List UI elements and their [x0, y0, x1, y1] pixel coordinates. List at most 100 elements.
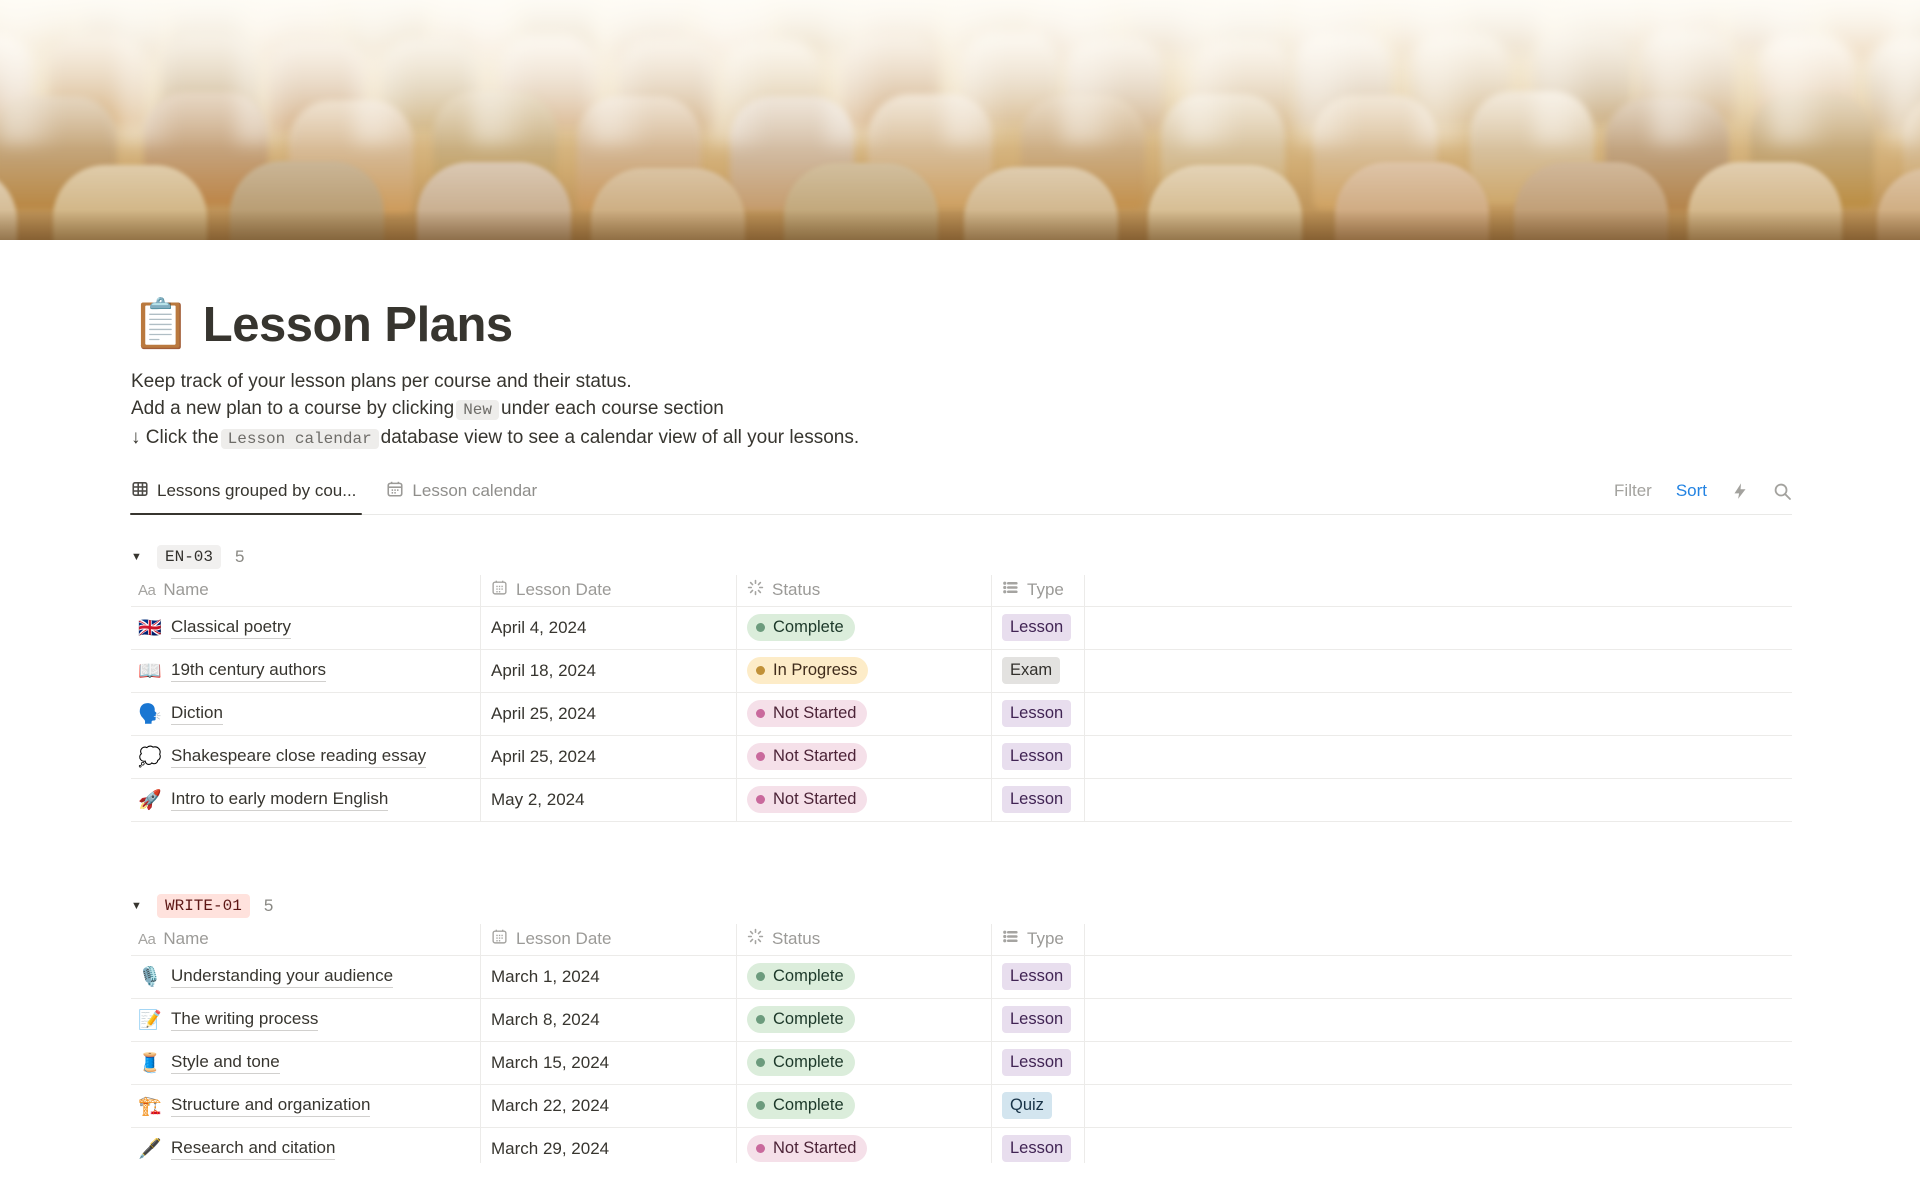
- status-cell[interactable]: Not Started: [737, 692, 992, 735]
- name-cell[interactable]: 🎙️ Understanding your audience: [131, 955, 481, 998]
- type-cell[interactable]: Lesson: [992, 1041, 1085, 1084]
- lesson-date-cell[interactable]: March 22, 2024: [481, 1084, 737, 1127]
- building-construction-emoji: 🏗️: [138, 1095, 162, 1117]
- name-cell[interactable]: 📝 The writing process: [131, 998, 481, 1041]
- type-badge[interactable]: Lesson: [1002, 963, 1072, 991]
- status-badge[interactable]: In Progress: [747, 657, 869, 685]
- status-badge[interactable]: Not Started: [747, 743, 868, 771]
- type-cell[interactable]: Quiz: [992, 1084, 1085, 1127]
- view-tabs: Lessons grouped by cou... Lesson calenda…: [129, 469, 537, 515]
- lesson-date-cell[interactable]: March 15, 2024: [481, 1041, 737, 1084]
- status-label: Complete: [773, 618, 844, 637]
- lesson-date-value: March 22, 2024: [491, 1095, 610, 1115]
- status-cell[interactable]: Not Started: [737, 778, 992, 821]
- type-badge[interactable]: Lesson: [1002, 1049, 1072, 1077]
- type-cell[interactable]: Lesson: [992, 955, 1085, 998]
- column-header-type[interactable]: Type: [992, 574, 1085, 606]
- page-icon-clipboard-emoji[interactable]: 📋: [131, 301, 191, 349]
- lesson-name-link[interactable]: Research and citation: [171, 1138, 336, 1160]
- table-row: 📖 19th century authors April 18, 2024 In…: [131, 649, 1792, 693]
- status-cell[interactable]: Not Started: [737, 735, 992, 778]
- group-header: ▼ EN-03 5: [131, 539, 1792, 575]
- status-badge[interactable]: Not Started: [747, 700, 868, 728]
- table-view-icon: [131, 480, 149, 503]
- open-book-emoji: 📖: [138, 660, 162, 682]
- column-header-type[interactable]: Type: [992, 923, 1085, 955]
- database-toolbar: Lessons grouped by cou... Lesson calenda…: [129, 469, 1792, 515]
- type-cell[interactable]: Lesson: [992, 606, 1085, 649]
- tab-lessons-grouped-by-course[interactable]: Lessons grouped by cou...: [129, 469, 363, 515]
- lesson-date-cell[interactable]: May 2, 2024: [481, 778, 737, 821]
- lesson-name-link[interactable]: 19th century authors: [171, 660, 326, 682]
- name-cell[interactable]: 🏗️ Structure and organization: [131, 1084, 481, 1127]
- name-cell[interactable]: 🇬🇧 Classical poetry: [131, 606, 481, 649]
- column-header-name[interactable]: Aa Name: [131, 574, 481, 606]
- group-collapse-toggle-icon[interactable]: ▼: [131, 551, 145, 563]
- page-title[interactable]: Lesson Plans: [203, 296, 513, 355]
- status-dot-icon: [756, 1144, 765, 1154]
- group-badge[interactable]: EN-03: [157, 544, 222, 569]
- status-badge[interactable]: Complete: [747, 1049, 855, 1077]
- status-badge[interactable]: Not Started: [747, 786, 868, 814]
- lesson-name-link[interactable]: Understanding your audience: [171, 966, 394, 988]
- type-badge[interactable]: Lesson: [1002, 786, 1072, 814]
- status-cell[interactable]: In Progress: [737, 649, 992, 692]
- lesson-date-cell[interactable]: April 18, 2024: [481, 649, 737, 692]
- lesson-date-cell[interactable]: March 1, 2024: [481, 955, 737, 998]
- column-header-name[interactable]: Aa Name: [131, 923, 481, 955]
- filter-button[interactable]: Filter: [1614, 481, 1652, 501]
- status-cell[interactable]: Complete: [737, 998, 992, 1041]
- status-badge[interactable]: Complete: [747, 1006, 855, 1034]
- name-cell[interactable]: 📖 19th century authors: [131, 649, 481, 692]
- sort-button[interactable]: Sort: [1676, 481, 1707, 501]
- group-header: ▼ WRITE-01 5: [131, 888, 1792, 924]
- status-cell[interactable]: Complete: [737, 955, 992, 998]
- name-cell[interactable]: 🚀 Intro to early modern English: [131, 778, 481, 821]
- description-line-2: Add a new plan to a course by clicking Ne…: [131, 397, 724, 420]
- lightning-bolt-icon[interactable]: [1731, 482, 1749, 500]
- status-cell[interactable]: Complete: [737, 1041, 992, 1084]
- type-badge[interactable]: Quiz: [1002, 1092, 1052, 1120]
- type-badge[interactable]: Lesson: [1002, 700, 1072, 728]
- lesson-name-link[interactable]: Intro to early modern English: [171, 789, 389, 811]
- status-badge[interactable]: Complete: [747, 1092, 855, 1120]
- status-badge[interactable]: Complete: [747, 614, 855, 642]
- type-cell[interactable]: Lesson: [992, 735, 1085, 778]
- name-cell[interactable]: 🧵 Style and tone: [131, 1041, 481, 1084]
- type-badge[interactable]: Lesson: [1002, 1135, 1072, 1163]
- column-header-status[interactable]: Status: [737, 923, 992, 955]
- lesson-date-cell[interactable]: April 4, 2024: [481, 606, 737, 649]
- lesson-name-link[interactable]: Style and tone: [171, 1052, 280, 1074]
- name-cell[interactable]: 🗣️ Diction: [131, 692, 481, 735]
- group-collapse-toggle-icon[interactable]: ▼: [131, 900, 145, 912]
- type-cell[interactable]: Lesson: [992, 778, 1085, 821]
- type-cell[interactable]: Exam: [992, 649, 1085, 692]
- lesson-date-cell[interactable]: March 8, 2024: [481, 998, 737, 1041]
- status-cell[interactable]: Complete: [737, 1084, 992, 1127]
- status-property-icon: [747, 928, 764, 950]
- lesson-name-link[interactable]: Classical poetry: [171, 617, 291, 639]
- lesson-name-link[interactable]: Structure and organization: [171, 1095, 371, 1117]
- column-header-lesson-date[interactable]: Lesson Date: [481, 574, 737, 606]
- type-cell[interactable]: Lesson: [992, 998, 1085, 1041]
- type-badge[interactable]: Lesson: [1002, 1006, 1072, 1034]
- lesson-name-link[interactable]: Diction: [171, 703, 223, 725]
- status-cell[interactable]: Complete: [737, 606, 992, 649]
- lesson-name-link[interactable]: Shakespeare close reading essay: [171, 746, 427, 768]
- name-cell[interactable]: 💭 Shakespeare close reading essay: [131, 735, 481, 778]
- group-badge[interactable]: WRITE-01: [157, 893, 250, 918]
- status-badge[interactable]: Not Started: [747, 1135, 868, 1163]
- type-badge[interactable]: Exam: [1002, 657, 1061, 685]
- column-header-status[interactable]: Status: [737, 574, 992, 606]
- search-icon[interactable]: [1773, 482, 1792, 501]
- status-label: In Progress: [773, 661, 858, 680]
- status-badge[interactable]: Complete: [747, 963, 855, 991]
- lesson-name-link[interactable]: The writing process: [171, 1009, 319, 1031]
- tab-lesson-calendar[interactable]: Lesson calendar: [386, 469, 537, 514]
- type-badge[interactable]: Lesson: [1002, 743, 1072, 771]
- type-cell[interactable]: Lesson: [992, 692, 1085, 735]
- lesson-date-cell[interactable]: April 25, 2024: [481, 735, 737, 778]
- lesson-date-cell[interactable]: April 25, 2024: [481, 692, 737, 735]
- column-header-lesson-date[interactable]: Lesson Date: [481, 923, 737, 955]
- type-badge[interactable]: Lesson: [1002, 614, 1072, 642]
